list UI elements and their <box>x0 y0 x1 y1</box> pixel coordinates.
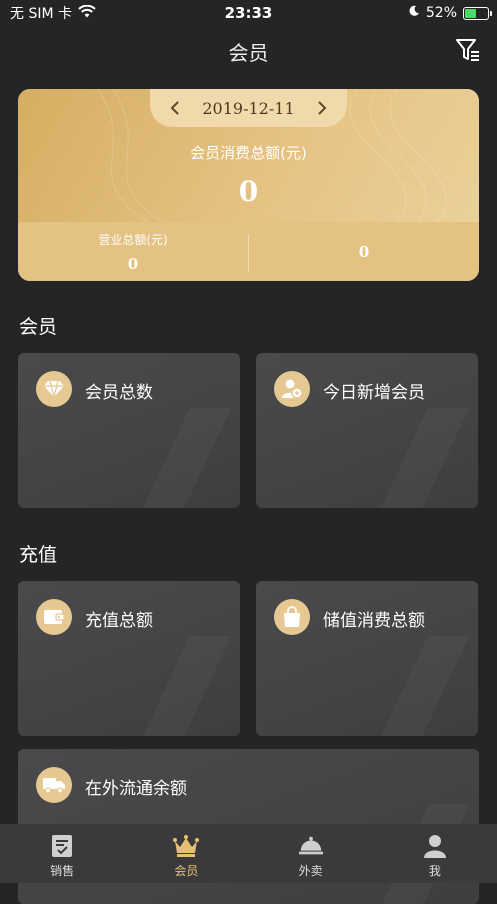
wifi-icon <box>78 4 96 22</box>
wallet-icon <box>36 599 72 635</box>
member-spend-label: 会员消费总额(元) <box>190 144 307 162</box>
prev-date-button[interactable] <box>166 99 184 117</box>
recharge-total-label: 充值总额 <box>85 611 153 631</box>
status-bar: 无 SIM 卡 23:33 52% <box>0 0 497 26</box>
recharge-total-card[interactable]: 充值总额 <box>18 581 240 736</box>
summary-card: 2019-12-11 会员消费总额(元) 0 营业总额(元) 0 0 <box>18 89 479 281</box>
chevron-left-icon <box>170 101 179 115</box>
tab-sales-label: 销售 <box>50 864 75 878</box>
tab-member[interactable]: 会员 <box>124 824 248 883</box>
new-members-today-label: 今日新增会员 <box>323 383 425 403</box>
page-title: 会员 <box>228 40 269 65</box>
carrier-text: 无 SIM 卡 <box>10 6 72 22</box>
new-members-today-card[interactable]: 今日新增会员 <box>256 353 478 508</box>
tab-member-label: 会员 <box>174 864 199 878</box>
cloche-icon <box>298 833 324 859</box>
status-left: 无 SIM 卡 <box>10 3 96 23</box>
filter-icon <box>456 39 479 61</box>
tab-me-label: 我 <box>428 864 441 878</box>
crown-icon <box>173 833 200 859</box>
shopping-bag-icon <box>274 599 310 635</box>
stored-value-spend-card[interactable]: 储值消费总额 <box>256 581 478 736</box>
next-date-button[interactable] <box>313 99 331 117</box>
total-members-label: 会员总数 <box>85 383 153 403</box>
add-user-icon <box>274 371 310 407</box>
chevron-right-icon <box>318 101 327 115</box>
circulating-balance-label: 在外流通余额 <box>85 779 187 799</box>
tab-takeout-label: 外卖 <box>298 864 323 878</box>
tab-sales[interactable]: 销售 <box>0 824 124 883</box>
tab-takeout[interactable]: 外卖 <box>249 824 373 883</box>
section-title-member: 会员 <box>19 316 58 338</box>
filter-button[interactable] <box>455 37 481 65</box>
date-selector: 2019-12-11 <box>150 89 347 127</box>
revenue-value: 0 <box>127 255 139 273</box>
status-right: 52% <box>408 5 492 21</box>
secondary-value: 0 <box>358 243 370 261</box>
clipboard-check-icon <box>49 833 75 859</box>
moon-icon <box>408 5 420 21</box>
diamond-icon <box>36 371 72 407</box>
battery-percent: 52% <box>425 5 457 21</box>
person-icon <box>422 833 448 859</box>
stored-value-spend-label: 储值消费总额 <box>323 611 425 631</box>
delivery-truck-icon <box>36 767 72 803</box>
total-members-card[interactable]: 会员总数 <box>18 353 240 508</box>
member-spend-value: 0 <box>238 175 259 208</box>
battery-icon <box>463 6 492 20</box>
section-title-recharge: 充值 <box>19 544 58 566</box>
tab-me[interactable]: 我 <box>373 824 497 883</box>
tab-bar: 销售 会员 外卖 我 <box>0 824 497 883</box>
nav-bar: 会员 <box>0 26 497 76</box>
date-text[interactable]: 2019-12-11 <box>202 99 294 118</box>
revenue-label: 营业总额(元) <box>98 233 168 247</box>
